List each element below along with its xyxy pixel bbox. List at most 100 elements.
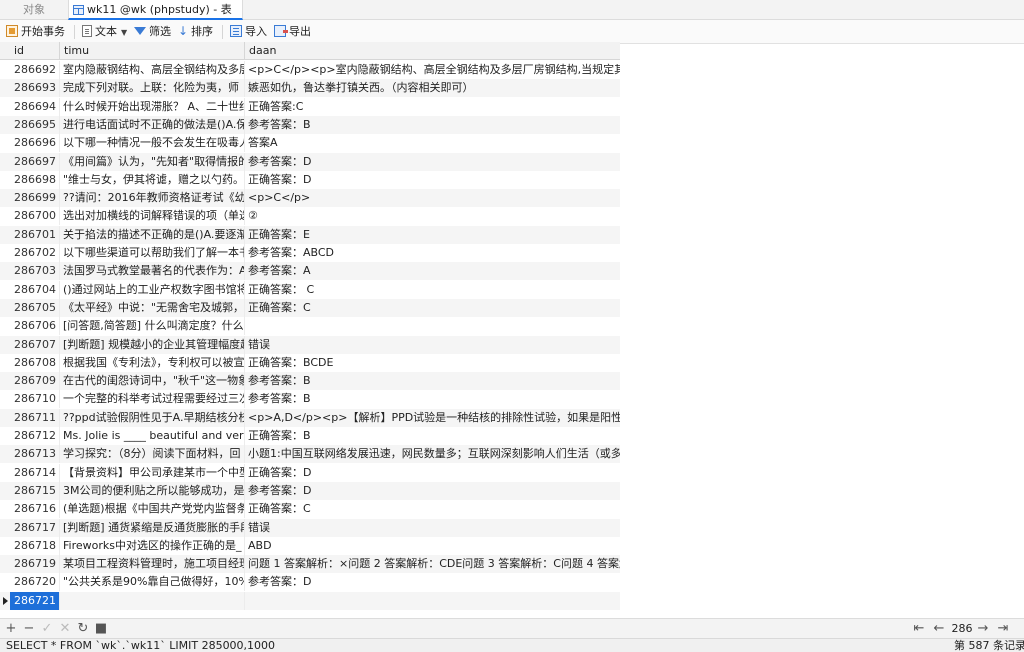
cell-daan[interactable]: 答案A [245,134,620,152]
cell-daan[interactable]: 正确答案：B [245,427,620,445]
cell-timu[interactable]: 完成下列对联。上联：化险为夷，师 [60,79,245,98]
table-row[interactable]: 286698 "维士与女，伊其将谑，赠之以勺药。" 正确答案：D [0,170,620,189]
table-row[interactable]: 286695 进行电话面试时不正确的做法是()A.保 参考答案：B [0,115,620,134]
add-record-icon[interactable]: + [4,619,18,639]
cell-timu[interactable]: 关于掐法的描述不正确的是()A.要逐渐 [60,225,245,244]
cell-id[interactable]: 286698 [10,170,60,189]
table-row[interactable]: 286697 《用间篇》认为，"先知者"取得情报的 参考答案：D [0,152,620,171]
table-row[interactable]: 286719 某项目工程资料管理时，施工项目经理 问题 1 答案解析：×问题 2 答… [0,555,620,574]
cell-id[interactable]: 286701 [10,225,60,244]
table-row[interactable]: 286718 Fireworks中对选区的操作正确的是_ ABD [0,536,620,555]
cell-id[interactable]: 286704 [10,280,60,299]
cell-timu[interactable]: 室内隐蔽钢结构、高层全钢结构及多层厂房钢结构 [60,61,245,79]
column-header-id[interactable]: id [10,42,60,60]
export-button[interactable]: 导出 [274,20,311,44]
cell-daan[interactable]: <p>C</p><p>室内隐蔽钢结构、高层全钢结构及多层厂房钢结构,当规定其耐 [245,61,620,79]
cell-id[interactable]: 286709 [10,372,60,391]
column-header-daan[interactable]: daan [245,42,620,60]
cell-timu[interactable] [60,591,245,610]
cell-timu[interactable]: "公共关系是90%靠自己做得好，10% [60,573,245,592]
import-button[interactable]: 导入 [230,20,267,44]
cell-timu[interactable]: 在古代的闺怨诗词中，"秋千"这一物象 [60,372,245,391]
table-row[interactable]: 286711 ??ppd试验假阴性见于A.早期结核分枝 <p>A,D</p><p>【… [0,408,620,427]
cell-timu[interactable]: 《太平经》中说："无需舍宅及城郭， [60,298,245,317]
cell-id[interactable]: 286719 [10,555,60,574]
delete-record-icon[interactable]: − [22,619,36,639]
cell-id[interactable]: 286711 [10,408,60,427]
cell-daan[interactable] [245,592,620,610]
table-row[interactable]: 286714 【背景资料】甲公司承建某市一个中型 正确答案：D [0,463,620,482]
column-header-timu[interactable]: timu [60,42,245,60]
cell-id[interactable]: 286702 [10,244,60,262]
table-row[interactable]: 286715 3M公司的便利贴之所以能够成功，是 参考答案：D [0,481,620,500]
cell-timu[interactable]: ()通过网站上的工业产权数字图书馆将 [60,280,245,299]
cell-daan[interactable]: 嫉恶如仇，鲁达拳打镇关西。（内容相关即可） [245,79,620,97]
cell-daan[interactable]: 错误 [245,519,620,537]
cell-timu[interactable]: 一个完整的科举考试过程需要经过三次 [60,390,245,409]
cell-timu[interactable]: 以下哪一种情况一般不会发生在吸毒人 [60,134,245,153]
cell-timu[interactable]: 进行电话面试时不正确的做法是()A.保 [60,115,245,134]
page-number[interactable]: 286 [950,621,974,637]
table-row[interactable]: 286706 [问答题,简答题] 什么叫滴定度？什么是 [0,317,620,336]
table-row[interactable]: 286703 法国罗马式教堂最著名的代表作为：A 参考答案：A [0,262,620,281]
table-row[interactable]: 286701 关于掐法的描述不正确的是()A.要逐渐 正确答案：E [0,225,620,244]
cell-timu[interactable]: 法国罗马式教堂最著名的代表作为：A [60,262,245,281]
cell-daan[interactable]: 参考答案：D [245,482,620,500]
cell-daan[interactable]: <p>A,D</p><p>【解析】PPD试验是一种结核的排除性试验，如果是阳性的 [245,409,620,427]
cell-daan[interactable]: 参考答案：B [245,372,620,390]
table-row[interactable]: 286704 ()通过网站上的工业产权数字图书馆将 正确答案： C [0,280,620,299]
cell-timu[interactable]: ??ppd试验假阴性见于A.早期结核分枝 [60,408,245,427]
cell-daan[interactable]: 问题 1 答案解析：×问题 2 答案解析：CDE问题 3 答案解析：C问题 4 … [245,555,620,573]
table-row[interactable]: 286707 [判断题] 规模越小的企业其管理幅度越 错误 [0,335,620,354]
refresh-icon[interactable]: ↻ [76,619,90,639]
cell-timu[interactable]: 选出对加横线的词解释错误的项（单选 [60,207,245,226]
cell-daan[interactable]: 正确答案： C [245,281,620,299]
cell-timu[interactable]: ??请问：2016年教师资格证考试《幼 [60,189,245,208]
table-row[interactable]: 286705 《太平经》中说："无需舍宅及城郭， 正确答案：C [0,298,620,317]
cell-id[interactable]: 286720 [10,573,60,592]
cell-timu[interactable]: Ms. Jolie is ____ beautiful and very [60,427,245,445]
cell-id[interactable]: 286715 [10,481,60,500]
cell-id[interactable]: 286718 [10,536,60,555]
cell-timu[interactable]: 《用间篇》认为，"先知者"取得情报的 [60,152,245,171]
cell-id[interactable]: 286721 [10,591,60,610]
cell-id[interactable]: 286706 [10,317,60,336]
begin-transaction-button[interactable]: 开始事务 [6,20,65,44]
cell-timu[interactable]: "维士与女，伊其将谑，赠之以勺药。" [60,170,245,189]
cell-daan[interactable]: 参考答案：A [245,262,620,280]
cell-daan[interactable]: 参考答案：B [245,390,620,408]
cell-daan[interactable]: 参考答案：B [245,116,620,134]
table-row[interactable]: 286710 一个完整的科举考试过程需要经过三次 参考答案：B [0,390,620,409]
prev-page-icon[interactable]: ← [932,619,946,639]
cell-id[interactable]: 286696 [10,134,60,153]
cell-daan[interactable]: 错误 [245,336,620,354]
cell-id[interactable]: 286700 [10,207,60,226]
cell-id[interactable]: 286716 [10,500,60,519]
cell-id[interactable]: 286699 [10,189,60,208]
cell-id[interactable]: 286692 [10,61,60,79]
table-row[interactable]: 286693 完成下列对联。上联：化险为夷，师 嫉恶如仇，鲁达拳打镇关西。（内容相关… [0,79,620,98]
cell-id[interactable]: 286693 [10,79,60,98]
next-page-icon[interactable]: → [976,619,990,639]
cell-timu[interactable]: 学习探究：（8分）阅读下面材料，回 [60,445,245,464]
cell-daan[interactable]: 正确答案：E [245,226,620,244]
cell-daan[interactable]: 正确答案：C [245,299,620,317]
table-row[interactable]: 286700 选出对加横线的词解释错误的项（单选 ② [0,207,620,226]
table-row[interactable]: 286702 以下哪些渠道可以帮助我们了解一本书 参考答案：ABCD [0,244,620,262]
cell-daan[interactable]: 正确答案:C [245,98,620,116]
last-page-icon[interactable]: ⇥ [996,619,1010,639]
cell-id[interactable]: 286712 [10,427,60,445]
tab-table-wk11[interactable]: wk11 @wk (phpstudy) - 表 [68,0,243,20]
cell-id[interactable]: 286714 [10,463,60,482]
cell-timu[interactable]: [问答题,简答题] 什么叫滴定度？什么是 [60,317,245,336]
cell-daan[interactable]: ABD [245,537,620,555]
cell-daan[interactable]: ② [245,207,620,225]
cell-id[interactable]: 286713 [10,445,60,464]
cell-timu[interactable]: 【背景资料】甲公司承建某市一个中型 [60,463,245,482]
table-row[interactable]: 286716 (单选题)根据《中国共产党党内监督条 正确答案：C [0,500,620,519]
table-row[interactable]: 286709 在古代的闺怨诗词中，"秋千"这一物象 参考答案：B [0,372,620,391]
table-row[interactable]: 286712 Ms. Jolie is ____ beautiful and ve… [0,427,620,445]
cell-timu[interactable]: (单选题)根据《中国共产党党内监督条 [60,500,245,519]
cell-daan[interactable]: 参考答案：D [245,153,620,171]
cell-daan[interactable]: 正确答案：D [245,464,620,482]
